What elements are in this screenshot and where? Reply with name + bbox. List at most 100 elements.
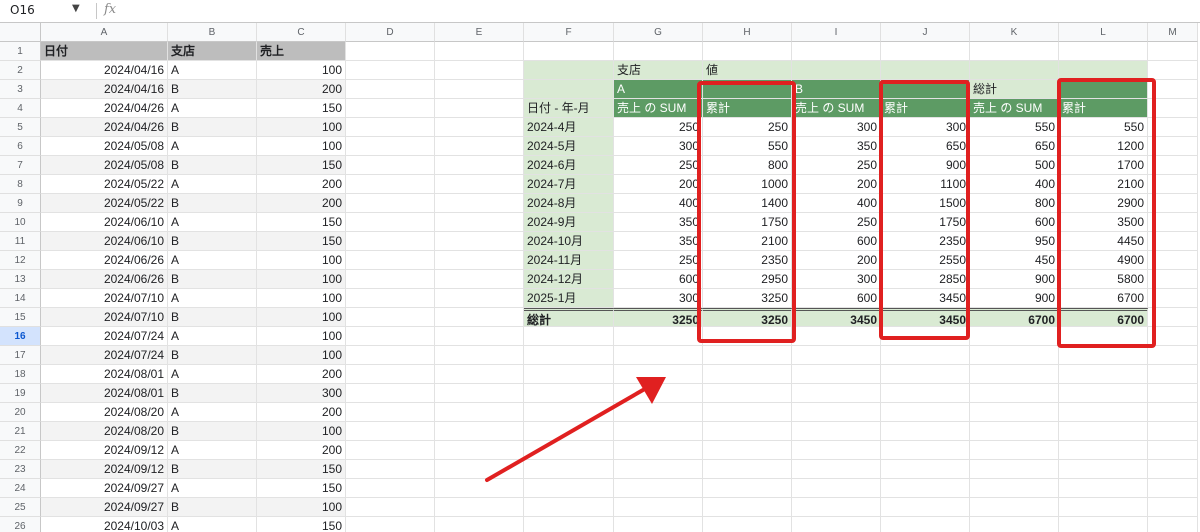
pivot-value-t-cum[interactable]: 6700	[1059, 289, 1148, 308]
column-header-g[interactable]: G	[614, 23, 703, 42]
source-sales-cell[interactable]: 150	[257, 232, 346, 251]
pivot-group-b-filler[interactable]	[881, 80, 970, 99]
empty-cell[interactable]	[435, 213, 524, 232]
empty-cell[interactable]	[970, 384, 1059, 403]
empty-cell[interactable]	[435, 498, 524, 517]
empty-cell[interactable]	[614, 365, 703, 384]
row-header-6[interactable]: 6	[0, 137, 41, 156]
empty-cell[interactable]	[881, 346, 970, 365]
pivot-value-b-cum[interactable]: 900	[881, 156, 970, 175]
pivot-month-cell[interactable]: 2024-8月	[524, 194, 614, 213]
empty-cell[interactable]	[970, 346, 1059, 365]
empty-cell[interactable]	[435, 61, 524, 80]
source-date-cell[interactable]: 2024/07/24	[41, 327, 168, 346]
empty-cell[interactable]	[703, 498, 792, 517]
empty-cell[interactable]	[703, 365, 792, 384]
column-header-j[interactable]: J	[881, 23, 970, 42]
empty-cell[interactable]	[435, 270, 524, 289]
empty-cell[interactable]	[1059, 441, 1148, 460]
empty-cell[interactable]	[435, 289, 524, 308]
empty-cell[interactable]	[346, 479, 435, 498]
empty-cell[interactable]	[970, 479, 1059, 498]
source-header-cell[interactable]: 売上	[257, 42, 346, 61]
pivot-value-b-sum[interactable]: 250	[792, 156, 881, 175]
column-header-a[interactable]: A	[41, 23, 168, 42]
empty-cell[interactable]	[524, 460, 614, 479]
pivot-group-total[interactable]: 総計	[970, 80, 1059, 99]
source-sales-cell[interactable]: 200	[257, 80, 346, 99]
empty-cell[interactable]	[524, 479, 614, 498]
pivot-month-cell[interactable]: 2024-10月	[524, 232, 614, 251]
source-date-cell[interactable]: 2024/06/26	[41, 251, 168, 270]
empty-cell[interactable]	[792, 460, 881, 479]
empty-cell[interactable]	[1148, 498, 1198, 517]
pivot-value-a-sum[interactable]: 300	[614, 137, 703, 156]
empty-cell[interactable]	[792, 517, 881, 532]
empty-cell[interactable]	[1148, 118, 1198, 137]
empty-cell[interactable]	[346, 118, 435, 137]
source-date-cell[interactable]: 2024/09/27	[41, 498, 168, 517]
empty-cell[interactable]	[435, 194, 524, 213]
empty-cell[interactable]	[1148, 42, 1198, 61]
pivot-month-cell[interactable]: 2024-4月	[524, 118, 614, 137]
source-date-cell[interactable]: 2024/05/08	[41, 137, 168, 156]
empty-cell[interactable]	[524, 327, 614, 346]
pivot-value-t-sum[interactable]: 800	[970, 194, 1059, 213]
source-date-cell[interactable]: 2024/05/22	[41, 194, 168, 213]
source-branch-cell[interactable]: B	[168, 346, 257, 365]
pivot-value-b-sum[interactable]: 250	[792, 213, 881, 232]
pivot-value-b-cum[interactable]: 2550	[881, 251, 970, 270]
empty-cell[interactable]	[524, 365, 614, 384]
pivot-value-a-cum[interactable]: 250	[703, 118, 792, 137]
pivot-value-t-sum[interactable]: 600	[970, 213, 1059, 232]
empty-cell[interactable]	[346, 403, 435, 422]
source-header-cell[interactable]: 日付	[41, 42, 168, 61]
empty-cell[interactable]	[435, 384, 524, 403]
row-header-4[interactable]: 4	[0, 99, 41, 118]
column-header-l[interactable]: L	[1059, 23, 1148, 42]
source-branch-cell[interactable]: B	[168, 422, 257, 441]
chevron-down-icon[interactable]: ▼	[72, 3, 80, 14]
source-branch-cell[interactable]: A	[168, 99, 257, 118]
empty-cell[interactable]	[1148, 308, 1198, 327]
row-header-1[interactable]: 1	[0, 42, 41, 61]
empty-cell[interactable]	[435, 232, 524, 251]
empty-cell[interactable]	[970, 403, 1059, 422]
pivot-value-a-cum[interactable]: 550	[703, 137, 792, 156]
source-branch-cell[interactable]: A	[168, 517, 257, 532]
empty-cell[interactable]	[346, 346, 435, 365]
pivot-a-sum-header[interactable]: 売上 の SUM	[614, 99, 703, 118]
pivot-value-t-sum[interactable]: 650	[970, 137, 1059, 156]
empty-cell[interactable]	[1059, 460, 1148, 479]
source-date-cell[interactable]: 2024/08/20	[41, 403, 168, 422]
empty-cell[interactable]	[346, 517, 435, 532]
pivot-value-b-sum[interactable]: 600	[792, 289, 881, 308]
column-header-f[interactable]: F	[524, 23, 614, 42]
source-sales-cell[interactable]: 100	[257, 61, 346, 80]
source-header-cell[interactable]: 支店	[168, 42, 257, 61]
source-date-cell[interactable]: 2024/08/20	[41, 422, 168, 441]
empty-cell[interactable]	[1148, 175, 1198, 194]
pivot-total-a-sum[interactable]: 3250	[614, 308, 703, 327]
source-date-cell[interactable]: 2024/05/08	[41, 156, 168, 175]
pivot-value-a-cum[interactable]: 2350	[703, 251, 792, 270]
column-header-i[interactable]: I	[792, 23, 881, 42]
source-date-cell[interactable]: 2024/09/27	[41, 479, 168, 498]
pivot-value-b-sum[interactable]: 200	[792, 175, 881, 194]
source-sales-cell[interactable]: 100	[257, 498, 346, 517]
empty-cell[interactable]	[346, 498, 435, 517]
empty-cell[interactable]	[1148, 156, 1198, 175]
row-header-24[interactable]: 24	[0, 479, 41, 498]
row-header-15[interactable]: 15	[0, 308, 41, 327]
pivot-value-t-cum[interactable]: 5800	[1059, 270, 1148, 289]
row-header-12[interactable]: 12	[0, 251, 41, 270]
source-sales-cell[interactable]: 100	[257, 118, 346, 137]
pivot-value-b-cum[interactable]: 2850	[881, 270, 970, 289]
empty-cell[interactable]	[346, 80, 435, 99]
row-header-20[interactable]: 20	[0, 403, 41, 422]
pivot-b-cumulative-header[interactable]: 累計	[881, 99, 970, 118]
empty-cell[interactable]	[1148, 460, 1198, 479]
pivot-value-a-sum[interactable]: 300	[614, 289, 703, 308]
empty-cell[interactable]	[1148, 80, 1198, 99]
row-header-25[interactable]: 25	[0, 498, 41, 517]
